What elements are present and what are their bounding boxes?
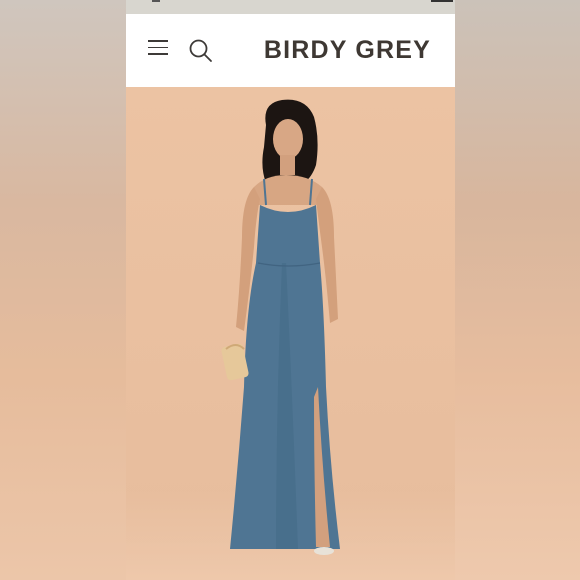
status-dot <box>152 0 160 2</box>
status-indicator <box>431 0 453 2</box>
hamburger-menu-icon[interactable] <box>148 40 170 58</box>
blurred-right-panel <box>455 0 580 580</box>
product-photo[interactable] <box>126 87 455 580</box>
browser-top-strip <box>126 0 455 14</box>
model-in-blue-dress <box>221 99 340 555</box>
phone-screen: BIRDY GREY <box>126 0 455 580</box>
blurred-left-panel <box>0 0 126 580</box>
brand-logo[interactable]: BIRDY GREY <box>264 36 431 65</box>
search-icon[interactable] <box>188 38 214 64</box>
site-header: BIRDY GREY <box>126 14 455 87</box>
